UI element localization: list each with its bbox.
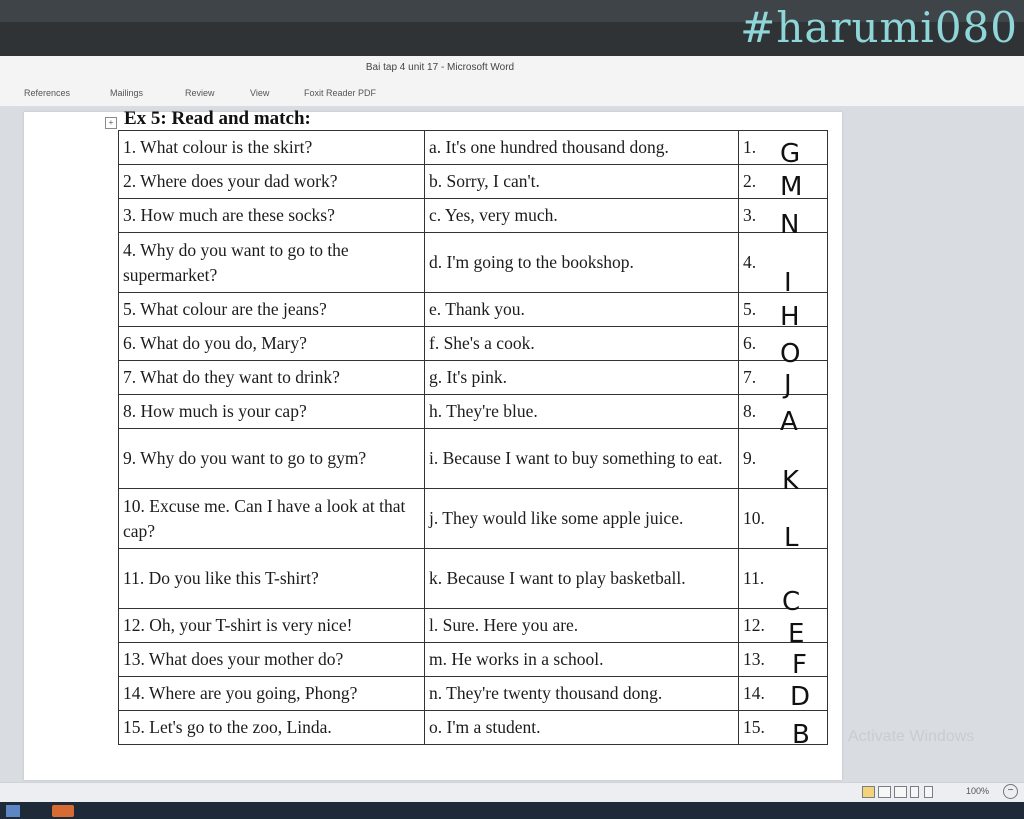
table-row: 12. Oh, your T-shirt is very nice! l. Su… — [118, 608, 828, 643]
question-cell[interactable]: 14. Where are you going, Phong? — [118, 676, 425, 711]
table-row: 10. Excuse me. Can I have a look at that… — [118, 488, 828, 549]
table-row: 5. What colour are the jeans? e. Thank y… — [118, 292, 828, 327]
table-row: 14. Where are you going, Phong? n. They'… — [118, 676, 828, 711]
handwritten-answer: E — [788, 619, 805, 649]
answer-cell[interactable]: b. Sorry, I can't. — [424, 164, 739, 199]
question-cell[interactable]: 10. Excuse me. Can I have a look at that… — [118, 488, 425, 549]
watermark-text: #harumi080 — [740, 3, 1018, 52]
table-move-handle-icon[interactable]: + — [105, 117, 117, 129]
question-cell[interactable]: 3. How much are these socks? — [118, 198, 425, 233]
handwritten-answer: B — [792, 720, 810, 750]
answer-cell[interactable]: h. They're blue. — [424, 394, 739, 429]
start-button-icon[interactable] — [6, 805, 20, 817]
handwritten-answer: D — [790, 682, 811, 712]
tab-mailings[interactable]: Mailings — [110, 88, 143, 98]
table-row: 15. Let's go to the zoo, Linda. o. I'm a… — [118, 710, 828, 745]
tab-review[interactable]: Review — [185, 88, 215, 98]
window-title-bar: Bai tap 4 unit 17 - Microsoft Word — [0, 56, 1024, 80]
web-layout-view-icon[interactable] — [894, 786, 907, 798]
taskbar — [0, 802, 1024, 819]
ribbon-tabs: References Mailings Review View Foxit Re… — [0, 80, 1024, 107]
answer-cell[interactable]: k. Because I want to play basketball. — [424, 548, 739, 609]
handwritten-answer: I — [784, 268, 792, 298]
question-cell[interactable]: 9. Why do you want to go to gym? — [118, 428, 425, 489]
table-row: 1. What colour is the skirt? a. It's one… — [118, 130, 828, 165]
answer-cell[interactable]: c. Yes, very much. — [424, 198, 739, 233]
handwritten-answer: M — [780, 172, 803, 202]
handwritten-answer: J — [784, 370, 792, 400]
answer-cell[interactable]: j. They would like some apple juice. — [424, 488, 739, 549]
handwritten-answer: A — [780, 407, 798, 437]
screen-top-bar: #harumi080 — [0, 0, 1024, 56]
answer-cell[interactable]: n. They're twenty thousand dong. — [424, 676, 739, 711]
exercise-title: Ex 5: Read and match: — [124, 108, 311, 129]
answer-cell[interactable]: d. I'm going to the bookshop. — [424, 232, 739, 293]
table-row: 9. Why do you want to go to gym? i. Beca… — [118, 428, 828, 489]
answer-cell[interactable]: o. I'm a student. — [424, 710, 739, 745]
question-cell[interactable]: 6. What do you do, Mary? — [118, 326, 425, 361]
question-cell[interactable]: 4. Why do you want to go to the supermar… — [118, 232, 425, 293]
question-cell[interactable]: 11. Do you like this T-shirt? — [118, 548, 425, 609]
handwritten-answer: C — [782, 587, 801, 617]
table-row: 6. What do you do, Mary? f. She's a cook… — [118, 326, 828, 361]
draft-view-icon[interactable] — [924, 786, 933, 798]
table-row: 11. Do you like this T-shirt? k. Because… — [118, 548, 828, 609]
question-cell[interactable]: 2. Where does your dad work? — [118, 164, 425, 199]
question-cell[interactable]: 5. What colour are the jeans? — [118, 292, 425, 327]
outline-view-icon[interactable] — [910, 786, 919, 798]
tab-foxit-reader-pdf[interactable]: Foxit Reader PDF — [304, 88, 376, 98]
number-cell[interactable]: 4. — [738, 232, 828, 293]
answer-cell[interactable]: a. It's one hundred thousand dong. — [424, 130, 739, 165]
number-cell[interactable]: 14. — [738, 676, 828, 711]
question-cell[interactable]: 12. Oh, your T-shirt is very nice! — [118, 608, 425, 643]
table-row: 7. What do they want to drink? g. It's p… — [118, 360, 828, 395]
taskbar-app-icon[interactable] — [52, 805, 74, 817]
activate-windows-notice: Activate Windows — [848, 728, 975, 745]
question-cell[interactable]: 7. What do they want to drink? — [118, 360, 425, 395]
zoom-level[interactable]: 100% — [966, 786, 989, 796]
number-cell[interactable]: 10. — [738, 488, 828, 549]
view-buttons — [862, 786, 982, 798]
answer-cell[interactable]: m. He works in a school. — [424, 642, 739, 677]
number-cell[interactable]: 15. — [738, 710, 828, 745]
answer-cell[interactable]: i. Because I want to buy something to ea… — [424, 428, 739, 489]
handwritten-answer: L — [784, 523, 799, 553]
table-row: 13. What does your mother do? m. He work… — [118, 642, 828, 677]
tab-references[interactable]: References — [24, 88, 70, 98]
handwritten-answer: G — [780, 139, 801, 169]
table-row: 3. How much are these socks? c. Yes, ver… — [118, 198, 828, 233]
print-layout-view-icon[interactable] — [862, 786, 875, 798]
answer-cell[interactable]: e. Thank you. — [424, 292, 739, 327]
number-cell[interactable]: 13. — [738, 642, 828, 677]
answer-cell[interactable]: l. Sure. Here you are. — [424, 608, 739, 643]
question-cell[interactable]: 1. What colour is the skirt? — [118, 130, 425, 165]
zoom-out-icon[interactable]: − — [1003, 784, 1018, 799]
tab-view[interactable]: View — [250, 88, 269, 98]
answer-cell[interactable]: g. It's pink. — [424, 360, 739, 395]
handwritten-answer: O — [780, 339, 801, 369]
table-row: 2. Where does your dad work? b. Sorry, I… — [118, 164, 828, 199]
table-row: 4. Why do you want to go to the supermar… — [118, 232, 828, 293]
table-row: 8. How much is your cap? h. They're blue… — [118, 394, 828, 429]
match-table: 1. What colour is the skirt? a. It's one… — [118, 130, 828, 745]
handwritten-answer: F — [792, 650, 807, 680]
window-title: Bai tap 4 unit 17 - Microsoft Word — [365, 62, 515, 73]
answer-cell[interactable]: f. She's a cook. — [424, 326, 739, 361]
handwritten-answer: N — [780, 210, 800, 240]
handwritten-answer: H — [780, 302, 800, 332]
question-cell[interactable]: 8. How much is your cap? — [118, 394, 425, 429]
full-screen-view-icon[interactable] — [878, 786, 891, 798]
handwritten-answer: K — [782, 466, 800, 496]
question-cell[interactable]: 15. Let's go to the zoo, Linda. — [118, 710, 425, 745]
question-cell[interactable]: 13. What does your mother do? — [118, 642, 425, 677]
